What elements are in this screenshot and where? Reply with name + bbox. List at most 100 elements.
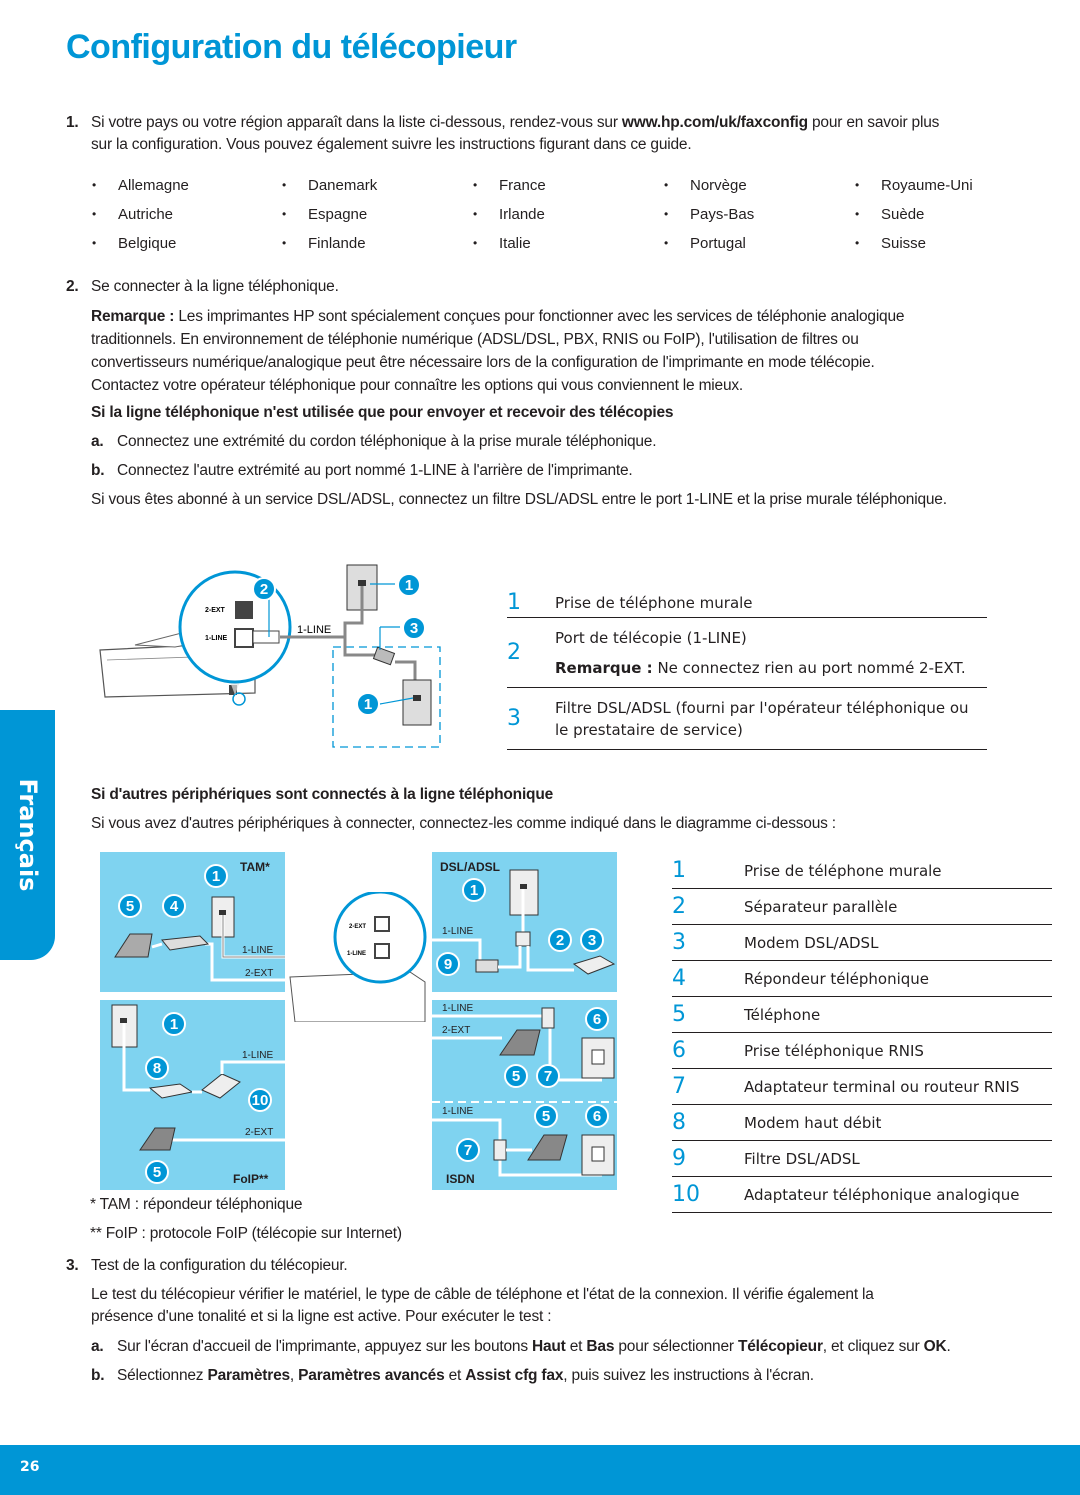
faxconfig-link[interactable]: www.hp.com/uk/faxconfig bbox=[622, 114, 808, 131]
country-item: • Allemagne bbox=[90, 174, 280, 196]
legend-text: Prise de téléphone murale bbox=[555, 593, 753, 612]
step2-heading: 2. Se connecter à la ligne téléphonique. bbox=[66, 276, 339, 298]
country-item: • Autriche bbox=[90, 203, 280, 225]
legend-number: 10 bbox=[672, 1182, 700, 1207]
legend-text: le prestataire de service) bbox=[555, 720, 743, 739]
isdn-adapter-icon bbox=[541, 1007, 555, 1029]
note-line: convertisseurs numérique/analogique peut… bbox=[91, 354, 875, 371]
footnote-tam: * TAM : répondeur téléphonique bbox=[90, 1196, 303, 1213]
label-a: a. bbox=[91, 433, 104, 450]
text: et bbox=[444, 1367, 466, 1384]
callout-badge: 9 bbox=[436, 952, 460, 976]
wall-jack-icon bbox=[402, 679, 432, 726]
step1-text: Si votre pays ou votre région apparaît d… bbox=[91, 114, 622, 131]
legend-row: 6 Prise téléphonique RNIS bbox=[672, 1033, 1052, 1069]
subheading-other-devices: Si d'autres périphériques sont connectés… bbox=[91, 786, 554, 803]
bullet-icon: • bbox=[92, 236, 97, 250]
legend-row: 10 Adaptateur téléphonique analogique bbox=[672, 1177, 1052, 1213]
country-item: • Danemark bbox=[280, 174, 471, 196]
note-line: Contactez votre opérateur téléphonique p… bbox=[91, 377, 744, 394]
menu-parametres-avances: Paramètres avancés bbox=[298, 1367, 445, 1384]
bullet-icon: • bbox=[282, 178, 287, 192]
country-item: • Suisse bbox=[853, 232, 1044, 254]
legend-text: Prise téléphonique RNIS bbox=[744, 1041, 924, 1060]
legend-text: Modem DSL/ADSL bbox=[744, 933, 879, 952]
dsl-wiring bbox=[432, 869, 616, 975]
legend-number: 9 bbox=[672, 1146, 686, 1171]
text: , puis suivez les instructions à l'écran… bbox=[563, 1367, 814, 1384]
page-footer: 26 bbox=[0, 1445, 1080, 1495]
country-item: • Norvège bbox=[662, 174, 853, 196]
answering-machine-icon bbox=[161, 935, 210, 951]
text: Sur l'écran d'accueil de l'imprimante, a… bbox=[117, 1338, 532, 1355]
language-tab-label: Français bbox=[13, 778, 42, 892]
bullet-icon: • bbox=[473, 178, 478, 192]
country-name: Norvège bbox=[690, 176, 747, 194]
line-2ext-label: 2-EXT bbox=[442, 1025, 471, 1036]
line-1line-label: 1-LINE bbox=[442, 1106, 474, 1117]
legend-number: 5 bbox=[672, 1002, 686, 1027]
legend-note: Ne connectez rien au port nommé 2-EXT. bbox=[652, 658, 966, 677]
port-1line-icon bbox=[234, 628, 254, 648]
bullet-icon: • bbox=[855, 236, 860, 250]
legend-text: Prise de téléphone murale bbox=[744, 861, 942, 880]
country-item: • Italie bbox=[471, 232, 662, 254]
step2-note: Remarque : Les imprimantes HP sont spéci… bbox=[91, 305, 1051, 397]
button-bas: Bas bbox=[586, 1338, 615, 1355]
legend-row: 8 Modem haut débit bbox=[672, 1105, 1052, 1141]
line-1line-label: 1-LINE bbox=[242, 1050, 274, 1061]
menu-parametres: Paramètres bbox=[207, 1367, 290, 1384]
line-1line-label: 1-LINE bbox=[442, 926, 474, 937]
bullet-icon: • bbox=[473, 236, 478, 250]
legend-row: 3 Modem DSL/ADSL bbox=[672, 925, 1052, 961]
bullet-icon: • bbox=[664, 178, 669, 192]
note-line: traditionnels. En environnement de télép… bbox=[91, 331, 859, 348]
legend-row: 2 Séparateur parallèle bbox=[672, 889, 1052, 925]
callout-badge: 1 bbox=[162, 1012, 186, 1036]
isdn-adapter-icon bbox=[493, 1139, 507, 1161]
step3-instruction-a: a. Sur l'écran d'accueil de l'imprimante,… bbox=[91, 1336, 951, 1358]
step3-number: 3. bbox=[66, 1257, 79, 1274]
label-b: b. bbox=[91, 1367, 105, 1384]
text: , et cliquez sur bbox=[822, 1338, 924, 1355]
country-item: • France bbox=[471, 174, 662, 196]
text: . bbox=[946, 1338, 951, 1355]
country-list: • Allemagne • Danemark • France • Norvège • Royau… bbox=[90, 174, 1050, 254]
country-item: • Royaume-Uni bbox=[853, 174, 1044, 196]
parallel-splitter-icon bbox=[515, 931, 531, 947]
telephone-icon bbox=[114, 933, 153, 958]
legend-text: Modem haut débit bbox=[744, 1113, 882, 1132]
callout-badge: 1 bbox=[397, 573, 421, 597]
legend-number: 2 bbox=[672, 894, 686, 919]
legend-table-2: 1 Prise de téléphone murale 2 Séparateur pa… bbox=[672, 853, 1052, 1213]
legend-table-1: 1 Prise de téléphone murale 2 Port de té… bbox=[507, 588, 987, 750]
legend-row: 3 Filtre DSL/ADSL (fourni par l'opérateu… bbox=[507, 688, 987, 750]
step3-para-line: présence d'une tonalité et si la ligne e… bbox=[91, 1308, 552, 1325]
country-item: • Finlande bbox=[280, 232, 471, 254]
line-2ext-label: 2-EXT bbox=[245, 968, 274, 979]
button-ok: OK bbox=[923, 1338, 947, 1355]
callout-badge: 10 bbox=[248, 1088, 272, 1112]
step3-heading: 3. Test de la configuration du télécopieu… bbox=[66, 1255, 348, 1277]
bullet-icon: • bbox=[855, 178, 860, 192]
legend-text: Filtre DSL/ADSL bbox=[744, 1149, 860, 1168]
foip-panel: FoIP** 1-LINE 2-EXT 1 8 10 5 bbox=[100, 1000, 285, 1190]
port-2ext-icon bbox=[235, 601, 253, 619]
legend-number: 2 bbox=[507, 640, 521, 665]
callout-badge: 6 bbox=[585, 1104, 609, 1128]
telephone-icon bbox=[527, 1134, 568, 1161]
legend-row: 4 Répondeur téléphonique bbox=[672, 961, 1052, 997]
instruction-a-text: Connectez une extrémité du cordon téléph… bbox=[117, 433, 657, 450]
callout-badge: 3 bbox=[580, 928, 604, 952]
instruction-b-text: Connectez l'autre extrémité au port nomm… bbox=[117, 462, 633, 479]
step3-heading-text: Test de la configuration du télécopieur. bbox=[91, 1257, 348, 1274]
callout-badge: 5 bbox=[145, 1160, 169, 1184]
country-name: Royaume-Uni bbox=[881, 176, 973, 194]
text: pour sélectionner bbox=[614, 1338, 738, 1355]
analog-adapter-icon bbox=[201, 1073, 241, 1099]
country-item: • Suède bbox=[853, 203, 1044, 225]
legend-text: Adaptateur téléphonique analogique bbox=[744, 1185, 1020, 1204]
legend-row: 1 Prise de téléphone murale bbox=[507, 588, 987, 618]
text: Sélectionnez bbox=[117, 1367, 208, 1384]
bullet-icon: • bbox=[282, 236, 287, 250]
